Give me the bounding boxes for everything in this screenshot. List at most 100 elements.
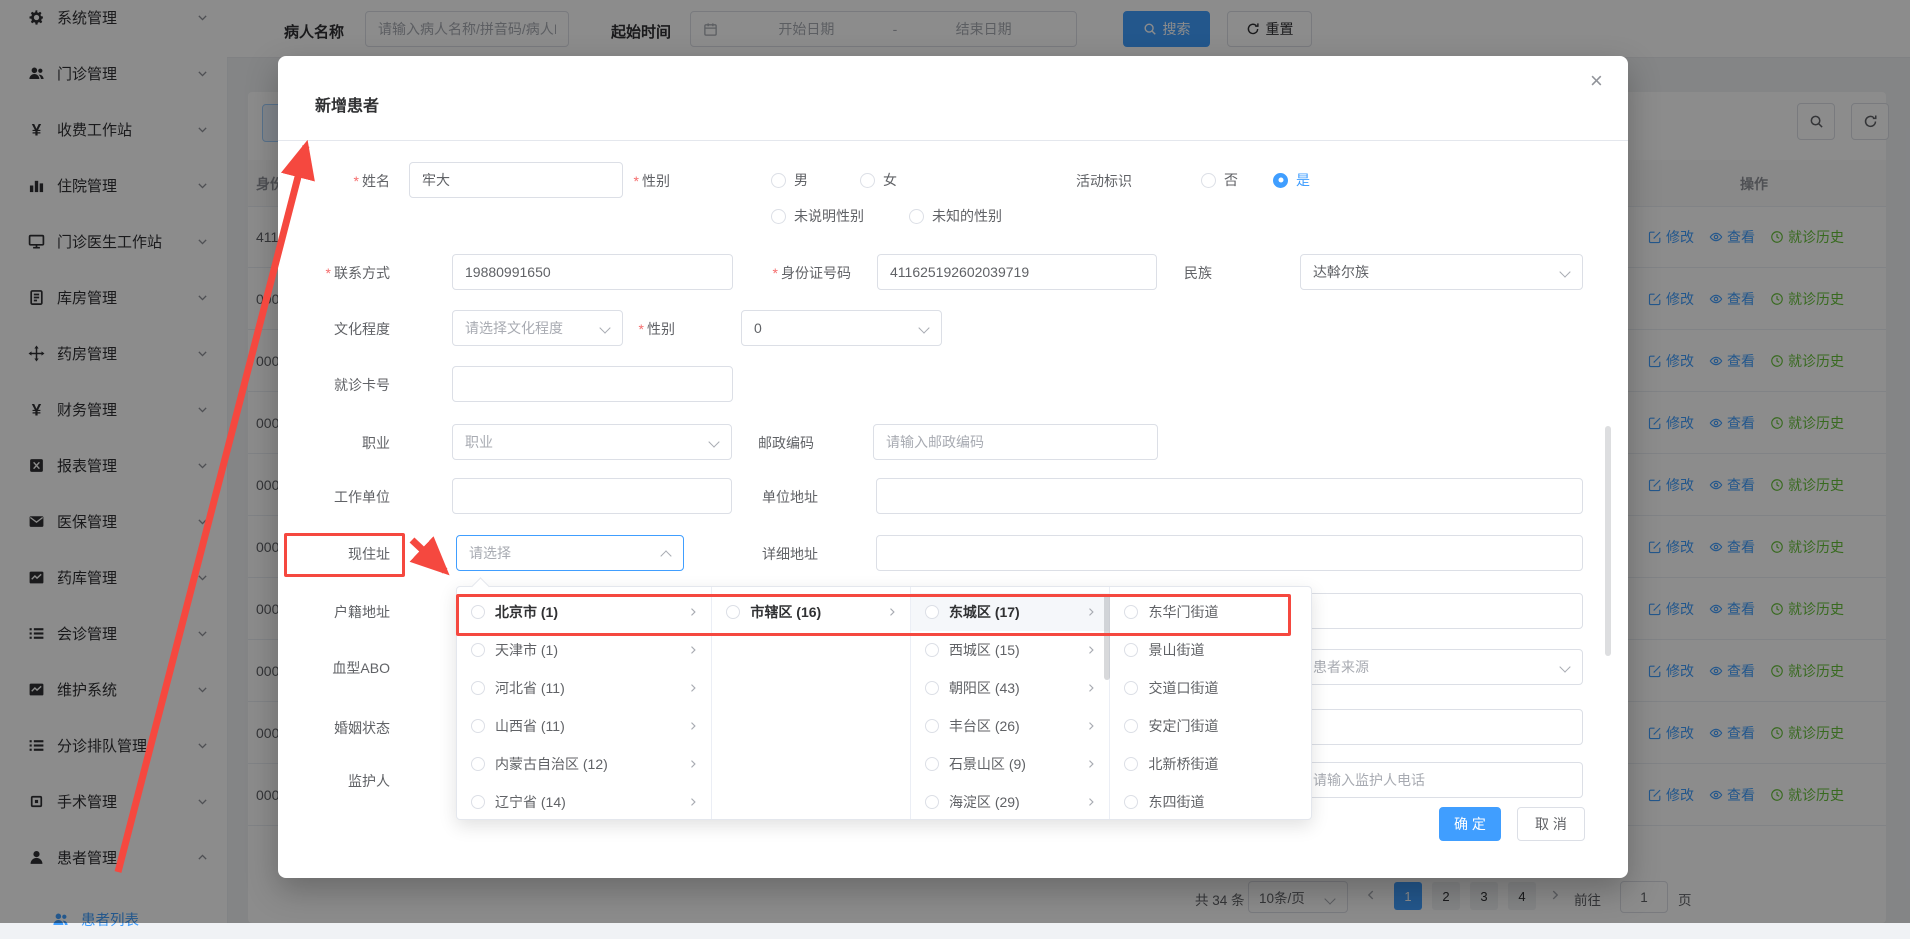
cascader-option[interactable]: 东四街道 [1110, 783, 1311, 821]
chevron-right-icon [1085, 758, 1097, 770]
required-marker: * [634, 173, 639, 189]
modal-title: 新增患者 [315, 92, 379, 116]
marriage-extra-input[interactable] [1300, 709, 1583, 745]
radio-gender-male[interactable]: 男 [771, 162, 808, 198]
phone-input[interactable]: 19880991650 [452, 254, 733, 290]
nation-label: 民族 [1100, 263, 1212, 283]
radio-icon [471, 795, 485, 809]
occupation-select[interactable]: 职业 [452, 424, 732, 460]
confirm-button[interactable]: 确 定 [1439, 807, 1501, 841]
required-marker: * [326, 265, 331, 281]
add-patient-modal: 新增患者 × *姓名 牢大 *性别 男 女 活动标识 否 是 未说明性别 未知的… [278, 56, 1628, 878]
cascader-option[interactable]: 天津市 (1) [457, 631, 711, 669]
work-unit-input[interactable] [452, 478, 732, 514]
cascader-option[interactable]: 朝阳区 (43) [911, 669, 1110, 707]
chevron-right-icon [1085, 796, 1097, 808]
chevron-right-icon [1085, 644, 1097, 656]
nation-select[interactable]: 达斡尔族 [1300, 254, 1583, 290]
chevron-right-icon [1085, 720, 1097, 732]
chevron-right-icon [687, 606, 699, 618]
name-label: *姓名 [278, 171, 390, 191]
radio-icon [1124, 719, 1138, 733]
guardian-phone-input[interactable]: 请输入监护人电话 [1300, 762, 1583, 798]
idcard-label: *身份证号码 [728, 263, 851, 283]
postcode-input[interactable]: 请输入邮政编码 [873, 424, 1158, 460]
chevron-right-icon [687, 720, 699, 732]
cascader-column: 东华门街道景山街道交道口街道安定门街道北新桥街道东四街道 [1110, 587, 1311, 819]
radio-icon [925, 795, 939, 809]
radio-active-no[interactable]: 否 [1201, 162, 1238, 198]
patient-source-select[interactable]: 患者来源 [1300, 649, 1583, 685]
cascader-column: 东城区 (17)西城区 (15)朝阳区 (43)丰台区 (26)石景山区 (9)… [911, 587, 1111, 819]
chevron-right-icon [687, 758, 699, 770]
work-addr-input[interactable] [876, 478, 1583, 514]
radio-icon [471, 643, 485, 657]
chevron-right-icon [687, 644, 699, 656]
gender-label: *性别 [558, 171, 670, 191]
cascader-option[interactable]: 丰台区 (26) [911, 707, 1110, 745]
cancel-button[interactable]: 取 消 [1517, 807, 1585, 841]
card-no-input[interactable] [452, 366, 733, 402]
postcode-label: 邮政编码 [702, 433, 814, 453]
occupation-label: 职业 [278, 433, 390, 453]
radio-icon [860, 173, 875, 188]
radio-icon [471, 719, 485, 733]
chevron-right-icon [1085, 606, 1097, 618]
radio-icon [1201, 173, 1216, 188]
dropdown-scrollbar[interactable] [1104, 594, 1110, 680]
cascader-column: 市辖区 (16) [712, 587, 911, 819]
cascader-option[interactable]: 市辖区 (16) [712, 593, 910, 631]
radio-icon [1124, 681, 1138, 695]
radio-icon [1124, 605, 1138, 619]
work-addr-label: 单位地址 [706, 487, 818, 507]
required-marker: * [639, 321, 644, 337]
cascader-option[interactable]: 东华门街道 [1110, 593, 1311, 631]
cascader-option[interactable]: 石景山区 (9) [911, 745, 1110, 783]
cascader-option[interactable]: 安定门街道 [1110, 707, 1311, 745]
cascader-option[interactable]: 东城区 (17) [911, 593, 1110, 631]
radio-icon [1124, 757, 1138, 771]
cascader-column: 北京市 (1)天津市 (1)河北省 (11)山西省 (11)内蒙古自治区 (12… [457, 587, 712, 819]
cascader-option[interactable]: 内蒙古自治区 (12) [457, 745, 711, 783]
chevron-right-icon [1085, 682, 1097, 694]
card-no-label: 就诊卡号 [278, 375, 390, 395]
gender2-select[interactable]: 0 [741, 310, 942, 346]
detail-addr-input[interactable] [876, 535, 1583, 571]
cascader-option[interactable]: 辽宁省 (14) [457, 783, 711, 821]
radio-gender-unknown[interactable]: 未知的性别 [909, 198, 1002, 234]
radio-icon [1124, 795, 1138, 809]
cascader-option[interactable]: 河北省 (11) [457, 669, 711, 707]
cascader-option[interactable]: 西城区 (15) [911, 631, 1110, 669]
registered-addr-label: 户籍地址 [278, 602, 390, 622]
radio-gender-female[interactable]: 女 [860, 162, 897, 198]
cascader-option[interactable]: 海淀区 (29) [911, 783, 1110, 821]
cascader-option[interactable]: 北京市 (1) [457, 593, 711, 631]
address-cascader-dropdown: 北京市 (1)天津市 (1)河北省 (11)山西省 (11)内蒙古自治区 (12… [456, 586, 1312, 820]
cascader-option[interactable]: 北新桥街道 [1110, 745, 1311, 783]
active-flag-label: 活动标识 [1020, 171, 1132, 191]
modal-header-divider [278, 140, 1628, 141]
blood-type-label: 血型ABO [278, 658, 390, 678]
radio-icon [726, 605, 740, 619]
required-marker: * [773, 265, 778, 281]
radio-icon [925, 719, 939, 733]
radio-active-yes[interactable]: 是 [1273, 162, 1310, 198]
modal-scrollbar[interactable] [1605, 426, 1611, 656]
chevron-right-icon [687, 682, 699, 694]
required-marker: * [354, 173, 359, 189]
close-icon[interactable]: × [1590, 70, 1603, 92]
radio-gender-unstated[interactable]: 未说明性别 [771, 198, 864, 234]
cascader-option[interactable]: 交道口街道 [1110, 669, 1311, 707]
radio-icon [471, 605, 485, 619]
guardian-label: 监护人 [278, 771, 390, 791]
chevron-right-icon [886, 606, 898, 618]
cascader-option[interactable]: 山西省 (11) [457, 707, 711, 745]
current-addr-label: 现住址 [278, 544, 390, 564]
radio-icon [471, 757, 485, 771]
current-addr-cascader[interactable]: 请选择 [456, 535, 684, 571]
marriage-label: 婚姻状态 [278, 718, 390, 738]
radio-icon [771, 173, 786, 188]
phone-label: *联系方式 [278, 263, 390, 283]
cascader-option[interactable]: 景山街道 [1110, 631, 1311, 669]
radio-icon [909, 209, 924, 224]
